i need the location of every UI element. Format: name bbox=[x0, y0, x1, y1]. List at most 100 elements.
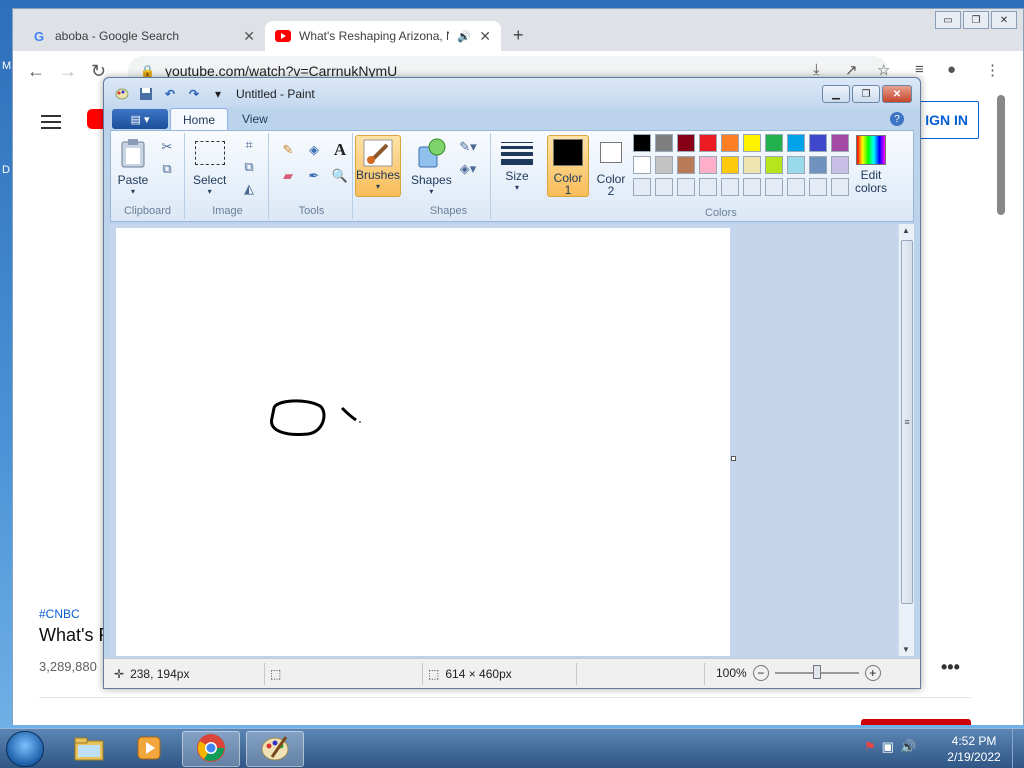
palette-swatch[interactable] bbox=[633, 156, 651, 174]
close-icon[interactable]: ✕ bbox=[479, 28, 491, 45]
custom-color-slot[interactable] bbox=[655, 178, 673, 196]
close-button[interactable]: ✕ bbox=[882, 85, 912, 103]
menu-icon[interactable] bbox=[41, 111, 61, 133]
page-scrollbar[interactable] bbox=[997, 95, 1005, 215]
new-tab-button[interactable]: + bbox=[513, 25, 524, 46]
explorer-taskbar-button[interactable] bbox=[60, 731, 118, 767]
outline-icon[interactable]: ✎▾ bbox=[455, 137, 481, 157]
undo-icon[interactable]: ↶ bbox=[162, 86, 178, 102]
drawing-canvas[interactable] bbox=[116, 228, 730, 656]
color-picker-icon[interactable]: ✒ bbox=[303, 165, 325, 187]
customize-qat-icon[interactable]: ▾ bbox=[210, 86, 226, 102]
hashtag-link[interactable]: #CNBC bbox=[39, 607, 80, 621]
maximize-button[interactable]: ❐ bbox=[852, 85, 880, 103]
custom-color-slot[interactable] bbox=[721, 178, 739, 196]
custom-color-slot[interactable] bbox=[831, 178, 849, 196]
palette-swatch[interactable] bbox=[787, 156, 805, 174]
tab-youtube[interactable]: What's Reshaping Arizona, N 🔊 ✕ bbox=[265, 21, 501, 51]
chrome-taskbar-button[interactable] bbox=[182, 731, 240, 767]
palette-swatch[interactable] bbox=[721, 134, 739, 152]
shapes-button[interactable]: Shapes ▾ bbox=[411, 137, 452, 196]
paint-taskbar-button[interactable] bbox=[246, 731, 304, 767]
install-icon[interactable]: ⤓ bbox=[813, 61, 820, 78]
brushes-button[interactable]: Brushes ▾ bbox=[355, 135, 401, 197]
canvas-scrollbar[interactable]: ▲ ≡ ▼ bbox=[898, 224, 914, 656]
palette-swatch[interactable] bbox=[831, 156, 849, 174]
palette-swatch[interactable] bbox=[787, 134, 805, 152]
tab-google-search[interactable]: G aboba - Google Search ✕ bbox=[21, 21, 265, 51]
tab-view[interactable]: View bbox=[230, 108, 280, 130]
tab-home[interactable]: Home bbox=[170, 108, 229, 130]
canvas-resize-handle[interactable] bbox=[731, 456, 736, 461]
profile-icon[interactable]: ● bbox=[947, 61, 956, 78]
scroll-down-icon[interactable]: ▼ bbox=[902, 645, 910, 654]
more-actions-button[interactable]: ••• bbox=[941, 657, 960, 678]
clock[interactable]: 4:52 PM 2/19/2022 bbox=[944, 733, 1004, 765]
custom-color-slot[interactable] bbox=[809, 178, 827, 196]
palette-swatch[interactable] bbox=[677, 156, 695, 174]
palette-swatch[interactable] bbox=[699, 134, 717, 152]
paint-title-bar[interactable]: ↶ ↷ ▾ Untitled - Paint ▁ ❐ ✕ bbox=[104, 78, 920, 108]
palette-swatch[interactable] bbox=[655, 134, 673, 152]
edit-colors-button[interactable]: Edit colors bbox=[855, 135, 887, 195]
volume-icon[interactable]: 🔊 bbox=[900, 739, 916, 755]
fill-icon[interactable]: ◈ bbox=[303, 139, 325, 161]
custom-color-slot[interactable] bbox=[743, 178, 761, 196]
maximize-button[interactable]: ❐ bbox=[963, 11, 989, 29]
palette-swatch[interactable] bbox=[831, 134, 849, 152]
paste-button[interactable]: Paste ▾ bbox=[117, 137, 149, 196]
cut-icon[interactable]: ✂ bbox=[157, 137, 177, 157]
rotate-icon[interactable]: ◭ bbox=[239, 179, 259, 199]
palette-swatch[interactable] bbox=[633, 134, 651, 152]
forward-icon[interactable]: → bbox=[59, 61, 77, 82]
palette-swatch[interactable] bbox=[743, 134, 761, 152]
paint-menu-button[interactable]: ▤ ▾ bbox=[112, 109, 168, 129]
scroll-up-icon[interactable]: ▲ bbox=[902, 226, 910, 235]
zoom-slider[interactable] bbox=[774, 665, 859, 679]
save-icon[interactable] bbox=[138, 86, 154, 102]
text-icon[interactable]: A bbox=[329, 139, 351, 161]
close-icon[interactable]: ✕ bbox=[243, 28, 255, 45]
fill-shape-icon[interactable]: ◈▾ bbox=[455, 159, 481, 179]
color2-button[interactable]: Color 2 bbox=[591, 135, 631, 197]
media-player-taskbar-button[interactable] bbox=[120, 731, 178, 767]
palette-swatch[interactable] bbox=[743, 156, 761, 174]
network-icon[interactable]: ▣ bbox=[882, 739, 894, 755]
custom-color-slot[interactable] bbox=[699, 178, 717, 196]
action-center-flag-icon[interactable]: ⚑ bbox=[864, 739, 876, 755]
custom-color-slot[interactable] bbox=[765, 178, 783, 196]
minimize-button[interactable]: ▁ bbox=[822, 85, 850, 103]
palette-swatch[interactable] bbox=[765, 156, 783, 174]
color1-button[interactable]: Color 1 bbox=[547, 135, 589, 197]
palette-swatch[interactable] bbox=[699, 156, 717, 174]
select-button[interactable]: Select ▾ bbox=[193, 137, 226, 196]
palette-swatch[interactable] bbox=[809, 156, 827, 174]
zoom-out-icon[interactable]: − bbox=[752, 665, 769, 681]
minimize-button[interactable]: ▭ bbox=[935, 11, 961, 29]
palette-swatch[interactable] bbox=[677, 134, 695, 152]
magnifier-icon[interactable]: 🔍 bbox=[329, 165, 351, 187]
pencil-icon[interactable]: ✎ bbox=[277, 139, 299, 161]
copy-icon[interactable]: ⧉ bbox=[157, 159, 177, 179]
media-control-icon[interactable]: ≡ bbox=[915, 61, 924, 78]
menu-dots-icon[interactable]: ⋮ bbox=[985, 61, 1000, 79]
show-desktop-button[interactable] bbox=[1012, 729, 1024, 768]
help-button[interactable]: ? bbox=[890, 112, 904, 126]
resize-icon[interactable]: ⧉ bbox=[239, 157, 259, 177]
zoom-slider-thumb[interactable] bbox=[812, 665, 821, 679]
scroll-thumb[interactable]: ≡ bbox=[901, 240, 913, 604]
palette-swatch[interactable] bbox=[655, 156, 673, 174]
custom-color-slot[interactable] bbox=[633, 178, 651, 196]
custom-color-slot[interactable] bbox=[677, 178, 695, 196]
start-button[interactable] bbox=[6, 731, 44, 767]
redo-icon[interactable]: ↷ bbox=[186, 86, 202, 102]
back-icon[interactable]: ← bbox=[27, 61, 45, 82]
custom-color-slot[interactable] bbox=[787, 178, 805, 196]
palette-swatch[interactable] bbox=[721, 156, 739, 174]
eraser-icon[interactable]: ▰ bbox=[277, 165, 299, 187]
crop-icon[interactable]: ⌗ bbox=[239, 135, 259, 155]
subscribe-button[interactable] bbox=[861, 719, 971, 725]
size-button[interactable]: Size ▾ bbox=[501, 137, 533, 192]
zoom-in-icon[interactable]: + bbox=[864, 665, 881, 681]
audio-icon[interactable]: 🔊 bbox=[457, 30, 471, 43]
